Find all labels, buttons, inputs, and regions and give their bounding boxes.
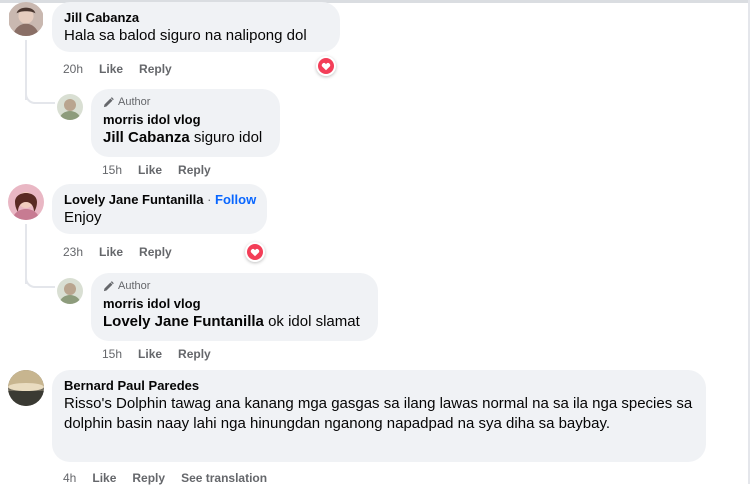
comment-bubble: Bernard Paul Paredes Risso's Dolphin taw… xyxy=(52,370,706,462)
heart-icon xyxy=(318,58,334,74)
like-button[interactable]: Like xyxy=(138,346,162,362)
thread-connector xyxy=(25,272,55,288)
comment-text: Jill Cabanza siguro idol xyxy=(103,128,268,148)
timestamp[interactable]: 23h xyxy=(63,244,83,260)
reply-bubble: Author morris idol vlog Jill Cabanza sig… xyxy=(91,89,280,157)
commenter-name[interactable]: morris idol vlog xyxy=(103,111,268,128)
reply-text: ok idol slamat xyxy=(268,313,360,330)
commenter-name[interactable]: Lovely Jane Funtanilla xyxy=(64,192,203,207)
comment-actions: 15h Like Reply xyxy=(102,346,211,362)
comment-bubble: Lovely Jane Funtanilla · Follow Enjoy xyxy=(52,184,267,234)
author-badge: Author xyxy=(103,279,366,293)
like-button[interactable]: Like xyxy=(99,61,123,77)
reply-bubble: Author morris idol vlog Lovely Jane Funt… xyxy=(91,273,378,341)
avatar[interactable] xyxy=(57,94,83,120)
author-label: Author xyxy=(118,96,151,108)
commenter-name[interactable]: Bernard Paul Paredes xyxy=(64,377,694,394)
heart-icon xyxy=(247,244,263,260)
avatar[interactable] xyxy=(8,2,44,36)
like-button[interactable]: Like xyxy=(99,244,123,260)
timestamp[interactable]: 15h xyxy=(102,346,122,362)
pencil-icon xyxy=(103,280,114,291)
commenter-name-row: Lovely Jane Funtanilla · Follow xyxy=(64,191,256,208)
commenter-name[interactable]: Jill Cabanza xyxy=(64,9,328,26)
reply-button[interactable]: Reply xyxy=(178,346,211,362)
avatar[interactable] xyxy=(57,278,83,304)
comment-text: Risso's Dolphin tawag ana kanang mga gas… xyxy=(64,395,693,432)
separator-dot: · xyxy=(207,192,212,207)
commenter-name[interactable]: morris idol vlog xyxy=(103,295,366,312)
comment-text: Hala sa balod siguro na nalipong dol xyxy=(64,27,307,44)
reaction-badge[interactable] xyxy=(316,56,336,76)
mention-link[interactable]: Lovely Jane Funtanilla xyxy=(103,313,264,330)
comment-actions: 20h Like Reply xyxy=(63,61,172,77)
comment-actions: 23h Like Reply xyxy=(63,244,172,260)
pencil-icon xyxy=(103,96,114,107)
reply-button[interactable]: Reply xyxy=(139,244,172,260)
comment-text: Lovely Jane Funtanilla ok idol slamat xyxy=(103,312,366,332)
comment-bubble: Jill Cabanza Hala sa balod siguro na nal… xyxy=(52,2,340,52)
comment-actions: 15h Like Reply xyxy=(102,162,211,178)
follow-button[interactable]: Follow xyxy=(215,192,256,207)
reply-button[interactable]: Reply xyxy=(178,162,211,178)
avatar[interactable] xyxy=(8,184,44,220)
mention-link[interactable]: Jill Cabanza xyxy=(103,129,190,146)
comment-text: Enjoy xyxy=(64,209,102,226)
thread-connector xyxy=(25,88,55,104)
reply-button[interactable]: Reply xyxy=(139,61,172,77)
avatar[interactable] xyxy=(8,370,44,406)
reaction-badge[interactable] xyxy=(245,242,265,262)
author-label: Author xyxy=(118,280,151,292)
timestamp[interactable]: 20h xyxy=(63,61,83,77)
like-button[interactable]: Like xyxy=(138,162,162,178)
author-badge: Author xyxy=(103,95,268,109)
reply-text: siguro idol xyxy=(193,129,263,146)
timestamp[interactable]: 15h xyxy=(102,162,122,178)
